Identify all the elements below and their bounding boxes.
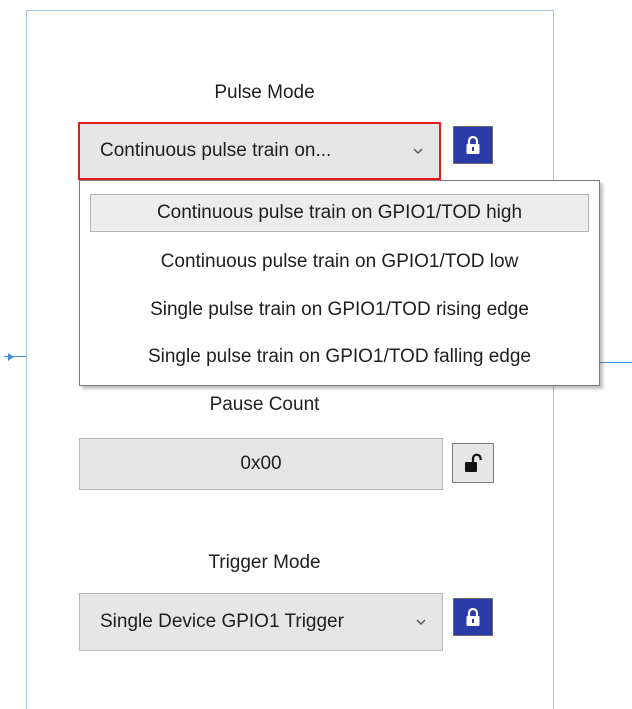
trigger-mode-lock-button[interactable] (453, 598, 493, 636)
pulse-mode-dropdown-list: Continuous pulse train on GPIO1/TOD high… (79, 180, 600, 386)
pulse-mode-lock-button[interactable] (453, 126, 493, 164)
trigger-mode-selected-value: Single Device GPIO1 Trigger (100, 611, 344, 632)
pulse-mode-label: Pulse Mode (214, 82, 315, 103)
trigger-mode-label: Trigger Mode (208, 552, 321, 573)
dropdown-option[interactable]: Single pulse train on GPIO1/TOD rising e… (90, 291, 589, 329)
lock-closed-icon (466, 135, 480, 154)
pulse-mode-selected-value: Continuous pulse train on... (100, 140, 332, 161)
pause-count-label: Pause Count (209, 394, 320, 415)
pause-count-field[interactable]: 0x00 (79, 438, 443, 490)
lock-open-icon (465, 453, 482, 472)
input-connector (4, 353, 26, 361)
pulse-mode-combobox[interactable]: Continuous pulse train on... (78, 122, 441, 180)
connector-arrow-icon (8, 353, 14, 361)
trigger-mode-combobox[interactable]: Single Device GPIO1 Trigger (79, 593, 443, 651)
dropdown-option[interactable]: Continuous pulse train on GPIO1/TOD low (90, 243, 589, 281)
chevron-down-icon (416, 619, 426, 625)
lock-closed-icon (466, 607, 480, 626)
chevron-down-icon (413, 148, 423, 154)
stage: Pulse Mode Continuous pulse train on... … (0, 0, 632, 709)
dropdown-option[interactable]: Single pulse train on GPIO1/TOD falling … (90, 338, 589, 376)
output-connector (600, 362, 632, 363)
pause-count-lock-button[interactable] (452, 443, 494, 483)
dropdown-option-selected[interactable]: Continuous pulse train on GPIO1/TOD high (90, 194, 589, 232)
